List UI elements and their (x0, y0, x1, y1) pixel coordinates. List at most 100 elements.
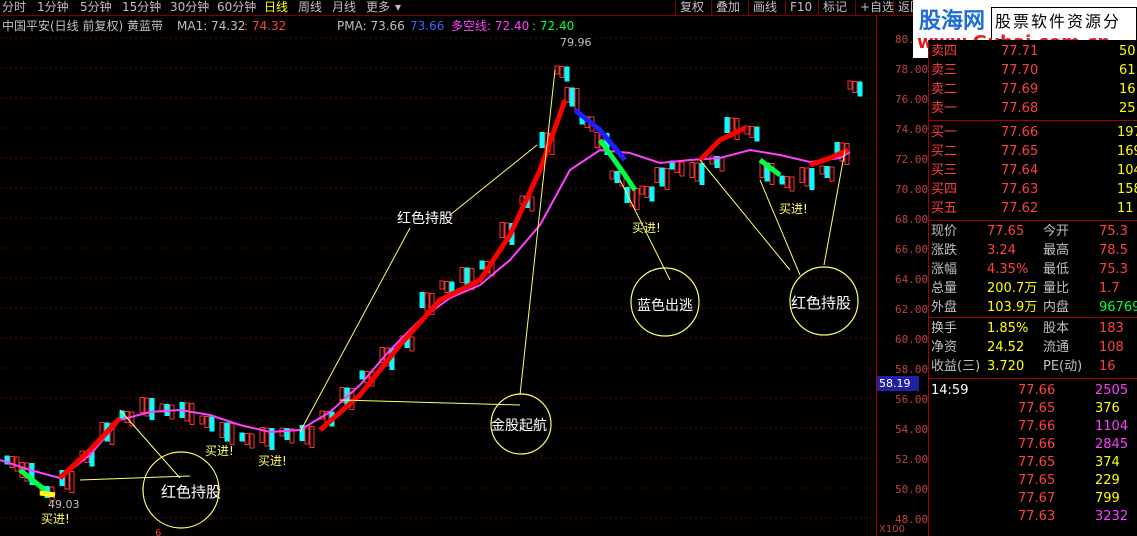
trend-band-segment (39, 490, 56, 498)
order-price: 77.69 (1001, 82, 1039, 97)
period-tab-15min[interactable]: 15分钟 (122, 0, 161, 15)
order-price: 77.63 (1001, 182, 1039, 197)
candle (459, 267, 465, 283)
period-tab-30min[interactable]: 30分钟 (170, 0, 209, 15)
price-tick-label: 68.00 (895, 213, 929, 226)
candle (689, 162, 695, 178)
period-tab-60min[interactable]: 60分钟 (217, 0, 256, 15)
mark-button[interactable]: 标记 (818, 0, 851, 15)
candle (754, 126, 760, 142)
tick-price: 77.67 (1018, 491, 1056, 506)
overlay-button[interactable]: 叠加 (711, 0, 744, 15)
period-tab-daily[interactable]: 日线 (264, 0, 288, 15)
candle (309, 426, 315, 448)
quote-row: 涨幅 4.35% 最低 75.3 (929, 260, 1137, 279)
trend-band-segment (58, 416, 122, 480)
quote-key: 涨跌 (931, 243, 958, 258)
candle (779, 175, 785, 185)
add-watchlist-button[interactable]: +自选 (855, 0, 898, 15)
f10-button[interactable]: F10 (785, 0, 816, 15)
tick-time: 14:59 (931, 383, 969, 398)
quote-value: 96769 (1099, 300, 1137, 315)
order-price: 77.65 (1001, 144, 1039, 159)
annotation-arrow (339, 399, 521, 406)
annotation-arrow (519, 69, 556, 396)
buy-signal-5: 买进! (779, 202, 808, 216)
candle (824, 166, 830, 178)
draw-line-button[interactable]: 画线 (748, 0, 781, 15)
order-label: 买二 (931, 144, 958, 159)
quote-value: 200.7万 (987, 281, 1038, 296)
candle (304, 425, 310, 445)
price-tick-label: 50.00 (895, 483, 929, 496)
tick-row: 77.63 3232 (929, 507, 1137, 526)
hold-red-label-1: 红色持股 (161, 483, 222, 501)
hold-red-label-3: 红色持股 (791, 294, 852, 312)
candle (249, 433, 255, 449)
candle (224, 422, 230, 442)
quote-value: 1.85% (987, 321, 1029, 336)
blue-exit-label: 蓝色出逃 (637, 298, 693, 314)
quote-row: 换手 1.85% 股本 183 (929, 319, 1137, 338)
order-price: 77.68 (1001, 101, 1039, 116)
adjust-button[interactable]: 复权 (675, 0, 708, 15)
separator (929, 317, 1137, 318)
stock-title: 中国平安(日线 前复权) 黄蓝带 (2, 19, 163, 33)
price-tick-label: 62.00 (895, 303, 929, 316)
price-tick-label: 64.00 (895, 273, 929, 286)
price-tick-label: 56.00 (895, 393, 929, 406)
candle (649, 186, 655, 202)
candle (14, 456, 20, 472)
candle (674, 161, 680, 173)
order-volume: 158 (1117, 182, 1137, 197)
period-tab-monthly[interactable]: 月线 (332, 0, 356, 15)
candle (829, 166, 835, 182)
order-row-sell: 卖二 77.69 16 (929, 80, 1137, 99)
candle (569, 87, 575, 107)
quote-key: 净资 (931, 340, 958, 355)
separator (929, 220, 1137, 221)
period-tab-weekly[interactable]: 周线 (298, 0, 322, 15)
candle (819, 165, 825, 175)
price-tick-label: 60.00 (895, 333, 929, 346)
golden-label: 金股起航 (491, 418, 547, 434)
candle (209, 416, 215, 432)
quote-value: 4.35% (987, 262, 1029, 277)
quote-key: 外盘 (931, 300, 958, 315)
candle (694, 162, 700, 182)
candle (189, 403, 195, 425)
order-volume: 61 (1119, 63, 1136, 78)
candle (409, 336, 415, 352)
order-label: 买四 (931, 182, 958, 197)
order-volume: 25 (1119, 101, 1136, 116)
price-tick-label: 70.00 (895, 183, 929, 196)
tick-row: 14:59 77.66 2505 (929, 381, 1137, 400)
tick-row: 77.65 229 (929, 471, 1137, 490)
axis-multiplier: X100 (879, 524, 905, 535)
quote-value: 3.24 (987, 243, 1016, 258)
quote-row: 收益(三) 3.720 PE(动) 16 (929, 357, 1137, 376)
quote-value: 77.65 (987, 224, 1025, 239)
quote-key: 股本 (1043, 321, 1070, 336)
candle (479, 260, 485, 270)
candle (799, 167, 805, 183)
candle (69, 471, 75, 493)
kline-chart[interactable]: 79.96 49.03 6 (0, 34, 877, 536)
chart-grid (0, 37, 877, 519)
period-tab-1min[interactable]: 1分钟 (37, 0, 69, 15)
order-price: 77.70 (1001, 63, 1039, 78)
period-tab-more[interactable]: 更多 (366, 0, 390, 15)
tick-volume: 2845 (1095, 437, 1129, 452)
quote-key: 最高 (1043, 243, 1070, 258)
candle (419, 292, 425, 308)
candle (554, 65, 560, 75)
more-chevron-icon[interactable]: ▾ (395, 0, 401, 15)
period-tab-fenshi[interactable]: 分时 (2, 0, 26, 15)
candle (149, 398, 155, 420)
candle (609, 170, 615, 180)
pma-value: PMA: 73.66 (337, 19, 405, 33)
period-tab-5min[interactable]: 5分钟 (80, 0, 112, 15)
order-label: 卖一 (931, 101, 958, 116)
hold-red-label-2: 红色持股 (397, 211, 453, 227)
order-price: 77.66 (1001, 125, 1039, 140)
